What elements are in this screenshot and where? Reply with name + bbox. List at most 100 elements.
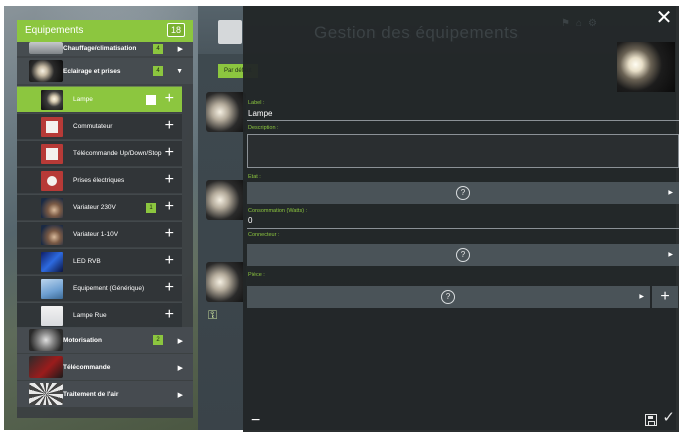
question-icon: ? [456,186,470,200]
connecteur-field-title: Connecteur : [248,232,280,238]
item-label: Commutateur [73,123,113,130]
switch-thumb [41,117,63,137]
chevron-right-icon: ▶ [177,392,183,399]
item-label: Lampe [73,96,93,103]
equipment-sidebar: Equipements 18 Chauffage/climatisation 4… [17,20,193,418]
etat-select[interactable]: ? ▶ [247,182,679,204]
category-row-traitement-air[interactable]: Traitement de l'air ▶ [17,381,193,407]
item-badge [146,95,156,105]
consommation-field[interactable]: 0 [248,216,252,225]
sidebar-count-badge: 18 [167,23,185,37]
category-label: Motorisation [63,337,102,344]
chevron-right-icon: ▶ [177,365,183,372]
remote-thumb [29,356,63,378]
background-equipment-image [206,92,246,132]
add-piece-button[interactable]: + [652,286,678,308]
item-row-lampe[interactable]: Lampe + [17,86,182,112]
question-icon: ? [456,248,470,262]
background-equipment-image [206,180,246,220]
item-row-equipement-generique[interactable]: Equipement (Générique) + [17,275,182,301]
category-badge: 4 [153,66,163,76]
add-icon[interactable]: + [165,279,174,297]
chevron-down-icon: ▼ [176,68,183,75]
category-badge: 2 [153,335,163,345]
item-label: Lampe Rue [73,312,107,319]
fan-thumb [29,383,63,405]
screen: Gestion des équipements Par défaut ⚿ Equ… [0,0,679,432]
delete-button[interactable]: − [251,413,260,429]
item-label: LED RVB [73,258,101,265]
piece-select[interactable]: ? ▶ [247,286,650,308]
key-icon: ⚿ [208,308,218,322]
heater-thumb [29,42,63,54]
hand-thumb [41,225,63,245]
save-icon[interactable] [645,414,657,426]
item-row-commutateur[interactable]: Commutateur + [17,113,182,139]
close-icon[interactable]: ✕ [655,8,673,28]
category-badge: 4 [153,44,163,54]
add-icon[interactable]: + [165,144,174,162]
item-row-led-rvb[interactable]: LED RVB + [17,248,182,274]
add-icon[interactable]: + [165,198,174,216]
chevron-right-icon: ▶ [668,190,673,196]
item-label: Télécommande Up/Down/Stop [73,150,162,157]
category-row-telecommande[interactable]: Télécommande ▶ [17,354,193,380]
add-icon[interactable]: + [165,90,174,108]
street-lamp-thumb [41,306,63,326]
item-row-lampe-rue[interactable]: Lampe Rue + [17,302,182,328]
led-thumb [41,252,63,272]
sidebar-header[interactable]: Equipements 18 [17,20,193,42]
category-row-motorisation[interactable]: Motorisation 2 ▶ [17,327,193,353]
confirm-icon[interactable]: ✓ [662,410,675,425]
category-label: Traitement de l'air [63,391,119,398]
consommation-underline [247,228,679,229]
equipment-edit-dialog: Gestion des équipements ⚑⌂⚙ ✕ Label : La… [243,6,679,432]
equipment-photo[interactable] [617,42,675,92]
chevron-right-icon: ▶ [177,46,183,53]
item-badge: 1 [146,203,156,213]
socket-thumb [41,171,63,191]
item-label: Variateur 1-10V [73,231,119,238]
description-field[interactable] [247,134,679,168]
gear-thumb [29,329,63,351]
chevron-right-icon: ▶ [639,294,644,300]
item-label: Variateur 230V [73,204,116,211]
toolbar-icons: ⚑⌂⚙ [561,18,603,29]
add-icon[interactable]: + [165,225,174,243]
item-row-telecommande-updown[interactable]: Télécommande Up/Down/Stop + [17,140,182,166]
item-row-prises[interactable]: Prises électriques + [17,167,182,193]
category-label: Eclairage et prises [63,68,121,75]
label-field[interactable]: Lampe [248,109,272,118]
description-field-title: Description : [248,125,279,131]
etat-field-title: Etat : [248,174,261,180]
add-icon[interactable]: + [165,306,174,324]
question-icon: ? [441,290,455,304]
category-row-eclairage[interactable]: Eclairage et prises 4 ▼ [17,58,193,84]
chevron-right-icon: ▶ [668,252,673,258]
connecteur-select[interactable]: ? ▶ [247,244,679,266]
item-label: Equipement (Générique) [73,285,145,292]
label-field-title: Label : [248,100,265,106]
generic-thumb [41,279,63,299]
item-row-variateur-230[interactable]: Variateur 230V 1 + [17,194,182,220]
category-label: Télécommande [63,364,111,371]
sidebar-title: Equipements [25,25,84,36]
label-underline [247,120,679,121]
lamp-thumb [41,90,63,110]
background-equipment-image [206,262,246,302]
consommation-field-title: Consommation (Watts) : [248,208,308,214]
item-row-variateur-110[interactable]: Variateur 1-10V + [17,221,182,247]
piece-field-title: Pièce : [248,272,265,278]
chevron-right-icon: ▶ [177,338,183,345]
category-row-chauffage[interactable]: Chauffage/climatisation 4 ▶ [17,42,193,56]
dialog-background-title: Gestion des équipements [314,23,519,42]
add-icon[interactable]: + [165,171,174,189]
add-icon[interactable]: + [165,117,174,135]
switch-thumb [41,144,63,164]
add-icon[interactable]: + [165,252,174,270]
hand-thumb [41,198,63,218]
background-avatar [218,20,242,44]
category-label: Chauffage/climatisation [63,45,137,52]
lamp-thumb [29,60,63,82]
item-label: Prises électriques [73,177,125,184]
